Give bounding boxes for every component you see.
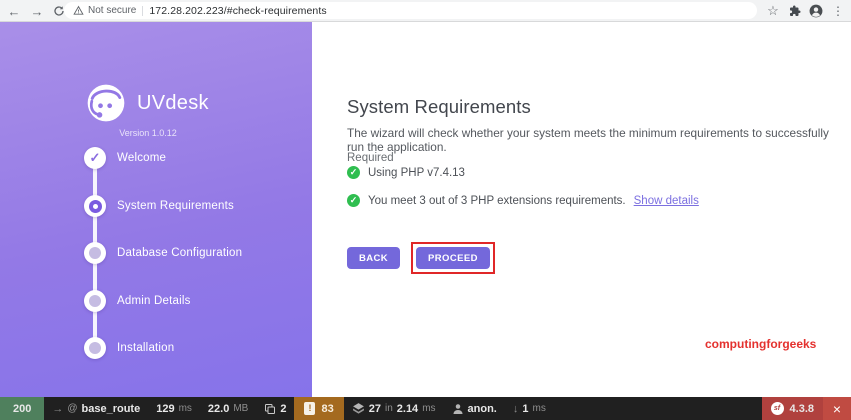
back-button[interactable]: BACK	[347, 247, 401, 269]
php-version-check-row: ✓ Using PHP v7.4.13	[347, 166, 465, 179]
main-content: System Requirements The wizard will chec…	[312, 22, 851, 397]
page-description: The wizard will check whether your syste…	[347, 126, 829, 154]
pending-step-dot	[89, 247, 101, 259]
not-secure-warning-icon	[73, 5, 84, 15]
time-unit: ms	[178, 403, 192, 414]
memory-unit: MB	[233, 403, 249, 414]
status-code-value: 200	[13, 402, 32, 415]
profile-button[interactable]	[807, 0, 825, 22]
pending-step-dot	[89, 295, 101, 307]
step-circle-admin-details	[84, 290, 106, 312]
symfony-logo-icon: sf	[770, 402, 784, 415]
profiler-close-button[interactable]: ×	[823, 397, 851, 420]
proceed-button[interactable]: PROCEED	[416, 247, 490, 269]
profiler-ajax[interactable]: ↓ 1 ms	[505, 397, 554, 420]
url-text: 172.28.202.223/#check-requirements	[149, 4, 327, 17]
profiler-spacer	[554, 397, 762, 420]
wizard-sidebar: UVdesk Version 1.0.12 ✓ Welcome System R…	[0, 22, 312, 397]
brand-name: UVdesk	[137, 91, 209, 114]
db-count: 27	[368, 402, 381, 415]
db-layers-icon	[352, 403, 364, 414]
templates-count: 2	[280, 402, 287, 415]
sidebar-step-admin-details: Admin Details	[117, 295, 191, 307]
step-circle-welcome: ✓	[84, 147, 106, 169]
address-bar[interactable]: Not secure 172.28.202.223/#check-require…	[64, 2, 757, 19]
profiler-security[interactable]: anon.	[444, 397, 505, 420]
templates-icon	[265, 403, 276, 414]
success-check-icon: ✓	[347, 166, 360, 179]
security-label: Not secure	[88, 5, 137, 16]
route-at-icon: @	[67, 403, 78, 414]
db-in-label: in	[384, 403, 393, 414]
extensions-button[interactable]	[786, 0, 804, 22]
security-user: anon.	[467, 402, 497, 415]
ajax-value: 1	[522, 402, 529, 415]
back-button[interactable]: ←	[4, 0, 24, 22]
watermark-text: computingforgeeks	[705, 337, 817, 351]
button-row: BACK PROCEED	[347, 242, 495, 274]
php-extensions-text: You meet 3 out of 3 PHP extensions requi…	[368, 194, 626, 207]
php-extensions-check-row: ✓ You meet 3 out of 3 PHP extensions req…	[347, 194, 699, 207]
success-check-icon: ✓	[347, 194, 360, 207]
step-circle-system-requirements	[84, 195, 106, 217]
current-step-dot	[92, 203, 98, 209]
route-arrow-icon: →	[52, 402, 64, 415]
site-security-chip[interactable]: Not secure	[73, 5, 136, 16]
puzzle-icon	[790, 5, 801, 16]
user-icon	[453, 403, 463, 414]
bookmark-star-button[interactable]: ☆	[764, 0, 782, 22]
address-divider	[142, 5, 144, 16]
show-details-link[interactable]: Show details	[634, 195, 699, 207]
profiler-status-code[interactable]: 200	[0, 397, 45, 420]
required-label: Required	[347, 152, 394, 164]
forward-button[interactable]: →	[27, 0, 47, 22]
route-name: base_route	[81, 402, 141, 415]
db-unit: ms	[422, 403, 436, 414]
ajax-unit: ms	[532, 403, 546, 414]
symfony-profiler-toolbar: 200 → @ base_route 129 ms 22.0 MB 2 ! 83…	[0, 397, 851, 420]
log-warning-icon: !	[304, 402, 316, 415]
memory-value: 22.0	[207, 402, 230, 415]
profiler-symfony-version[interactable]: sf 4.3.8	[761, 397, 823, 420]
uvdesk-headset-logo-icon	[87, 84, 125, 122]
sidebar-step-installation: Installation	[117, 342, 175, 354]
pending-step-dot	[89, 342, 101, 354]
symfony-version-value: 4.3.8	[789, 402, 814, 415]
profiler-logs-warning[interactable]: ! 83	[294, 397, 344, 420]
current-step-ring	[88, 199, 102, 213]
sidebar-step-database-configuration: Database Configuration	[117, 247, 243, 259]
browser-menu-button[interactable]: ⋮	[830, 0, 846, 22]
db-time: 2.14	[396, 402, 419, 415]
profiler-templates[interactable]: 2	[256, 397, 294, 420]
php-version-text: Using PHP v7.4.13	[368, 166, 465, 179]
step-circle-database-configuration	[84, 242, 106, 264]
browser-chrome: ← → Not secure 172.28.202.223/#check-req…	[0, 0, 851, 22]
page-title: System Requirements	[347, 96, 531, 117]
logs-count: 83	[321, 402, 334, 415]
step-circle-installation	[84, 337, 106, 359]
time-value: 129	[156, 402, 175, 415]
version-label: Version 1.0.12	[119, 128, 177, 138]
sidebar-step-welcome: Welcome	[117, 152, 167, 164]
profiler-route[interactable]: → @ base_route	[44, 397, 148, 420]
ajax-arrow-icon: ↓	[512, 402, 519, 415]
brand: UVdesk	[84, 81, 209, 125]
profiler-memory[interactable]: 22.0 MB	[200, 397, 256, 420]
profiler-time[interactable]: 129 ms	[148, 397, 200, 420]
profiler-db-queries[interactable]: 27 in 2.14 ms	[344, 397, 444, 420]
profile-avatar-icon	[809, 4, 823, 18]
red-annotation-box: PROCEED	[411, 242, 495, 274]
sidebar-step-system-requirements: System Requirements	[117, 200, 234, 212]
